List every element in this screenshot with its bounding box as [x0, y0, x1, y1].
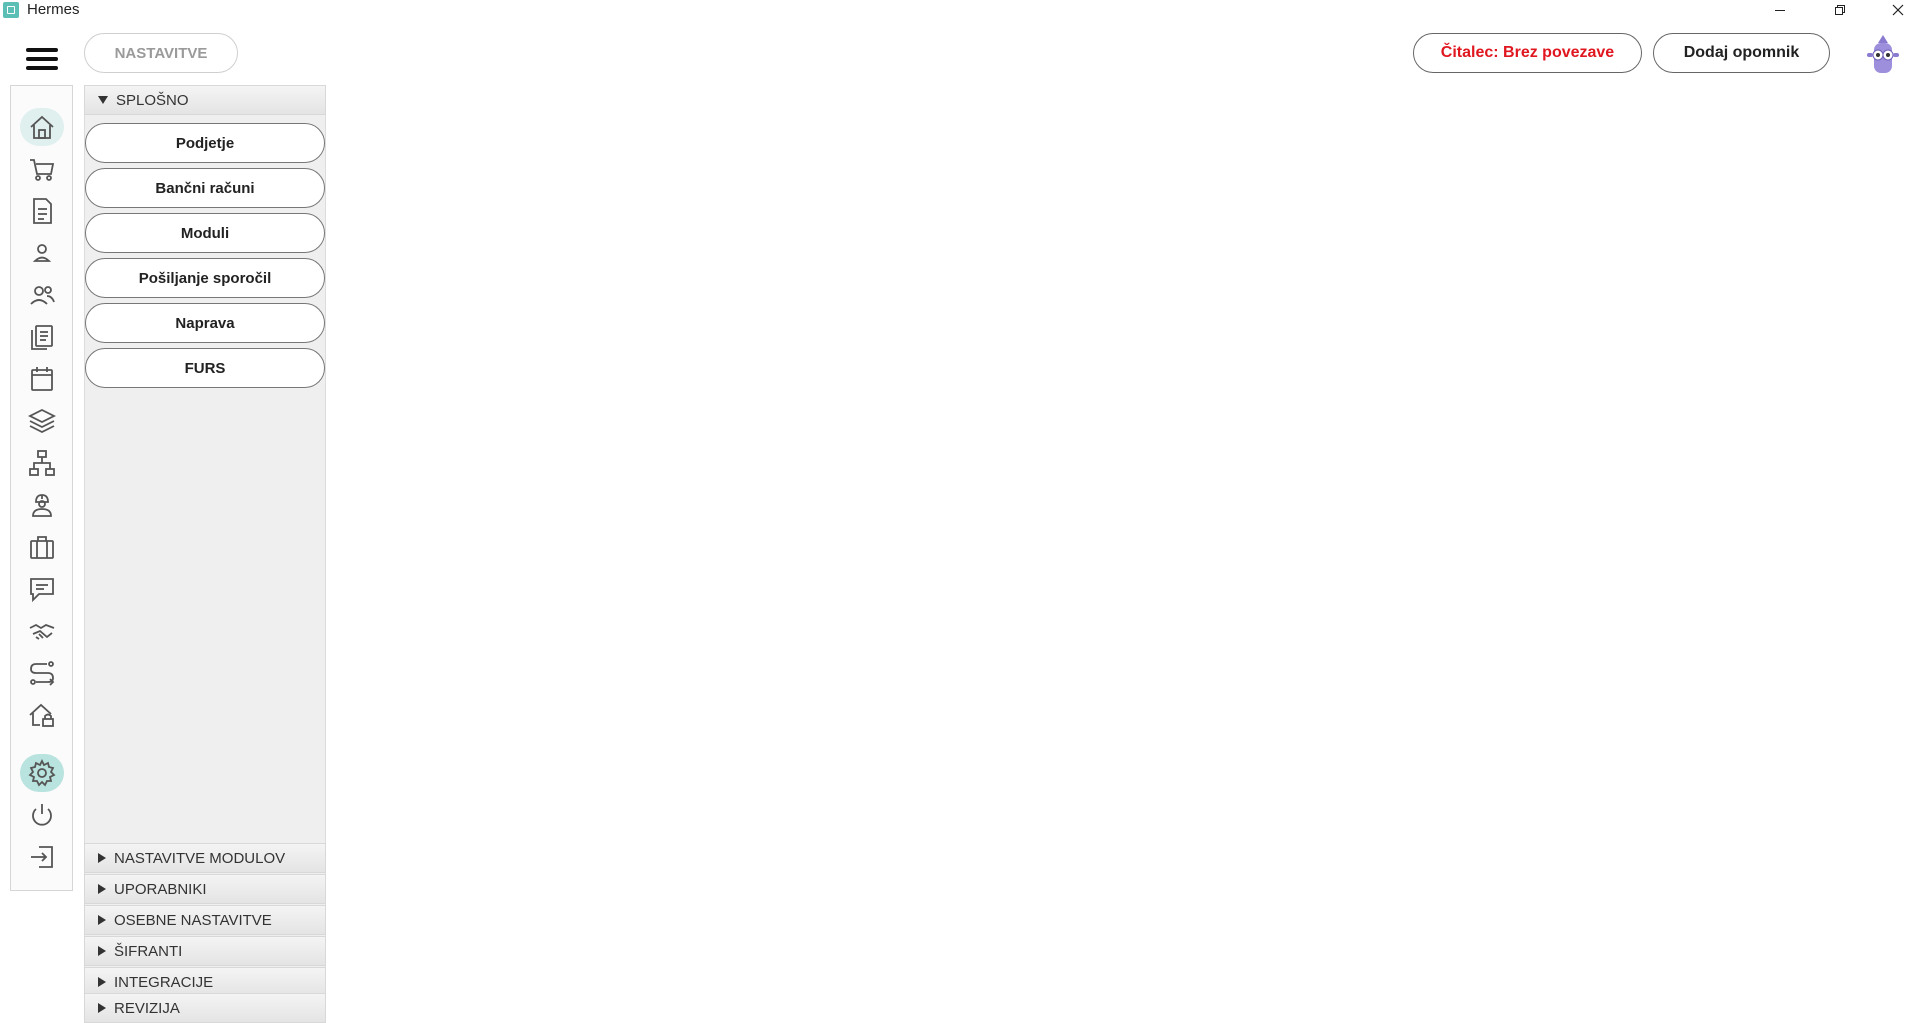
section-module-settings-header[interactable]: NASTAVITVE MODULOV — [84, 843, 326, 873]
section-users-header[interactable]: UPORABNIKI — [84, 874, 326, 904]
collapsed-triangle-icon — [98, 977, 106, 987]
section-integrations-label: INTEGRACIJE — [114, 973, 214, 991]
section-audit-label: REVIZIJA — [114, 999, 180, 1017]
section-personal-settings-header[interactable]: OSEBNE NASTAVITVE — [84, 905, 326, 935]
restore-icon[interactable] — [1820, 0, 1860, 20]
route-icon[interactable] — [20, 654, 64, 692]
main-navigation-rail — [10, 85, 73, 891]
collapsed-triangle-icon — [98, 1003, 106, 1013]
reader-status-button[interactable]: Čitalec: Brez povezave — [1413, 33, 1642, 73]
gear-icon[interactable] — [20, 754, 64, 792]
title-bar: Hermes — [0, 0, 1918, 20]
hamburger-menu-icon[interactable] — [26, 48, 58, 70]
home-icon[interactable] — [20, 108, 64, 146]
handshake-icon[interactable] — [20, 612, 64, 650]
copy-documents-icon[interactable] — [20, 318, 64, 356]
section-general-header[interactable]: SPLOŠNO — [84, 85, 326, 115]
cart-icon[interactable] — [20, 150, 64, 188]
window-title: Hermes — [27, 1, 80, 18]
section-codebooks-label: ŠIFRANTI — [114, 942, 183, 960]
collapsed-triangle-icon — [98, 853, 106, 863]
collapsed-triangle-icon — [98, 946, 106, 956]
add-reminder-button[interactable]: Dodaj opomnik — [1653, 33, 1830, 73]
user-icon[interactable] — [20, 234, 64, 272]
messaging-button[interactable]: Pošiljanje sporočil — [85, 258, 325, 298]
users-icon[interactable] — [20, 276, 64, 314]
briefcase-icon[interactable] — [20, 528, 64, 566]
section-personal-settings-label: OSEBNE NASTAVITVE — [114, 911, 272, 929]
modules-button[interactable]: Moduli — [85, 213, 325, 253]
close-icon[interactable] — [1878, 0, 1918, 20]
document-icon[interactable] — [20, 192, 64, 230]
expanded-triangle-icon — [98, 96, 108, 104]
furs-button[interactable]: FURS — [85, 348, 325, 388]
section-audit-header[interactable]: REVIZIJA — [84, 993, 326, 1023]
collapsed-triangle-icon — [98, 884, 106, 894]
collapsed-triangle-icon — [98, 915, 106, 925]
section-users-label: UPORABNIKI — [114, 880, 207, 898]
section-general-label: SPLOŠNO — [116, 91, 189, 109]
chat-icon[interactable] — [20, 570, 64, 608]
section-codebooks-header[interactable]: ŠIFRANTI — [84, 936, 326, 966]
app-logo-icon — [3, 2, 19, 18]
power-icon[interactable] — [20, 796, 64, 834]
hierarchy-icon[interactable] — [20, 444, 64, 482]
company-button[interactable]: Podjetje — [85, 123, 325, 163]
minimize-icon[interactable] — [1760, 0, 1800, 20]
breadcrumb-settings-button[interactable]: NASTAVITVE — [84, 33, 238, 73]
logout-icon[interactable] — [20, 838, 64, 876]
mascot-avatar[interactable] — [1863, 33, 1903, 75]
house-lock-icon[interactable] — [20, 696, 64, 734]
section-module-settings-label: NASTAVITVE MODULOV — [114, 849, 286, 867]
calendar-icon[interactable] — [20, 360, 64, 398]
worker-icon[interactable] — [20, 486, 64, 524]
bank-accounts-button[interactable]: Bančni računi — [85, 168, 325, 208]
layers-icon[interactable] — [20, 402, 64, 440]
device-button[interactable]: Naprava — [85, 303, 325, 343]
